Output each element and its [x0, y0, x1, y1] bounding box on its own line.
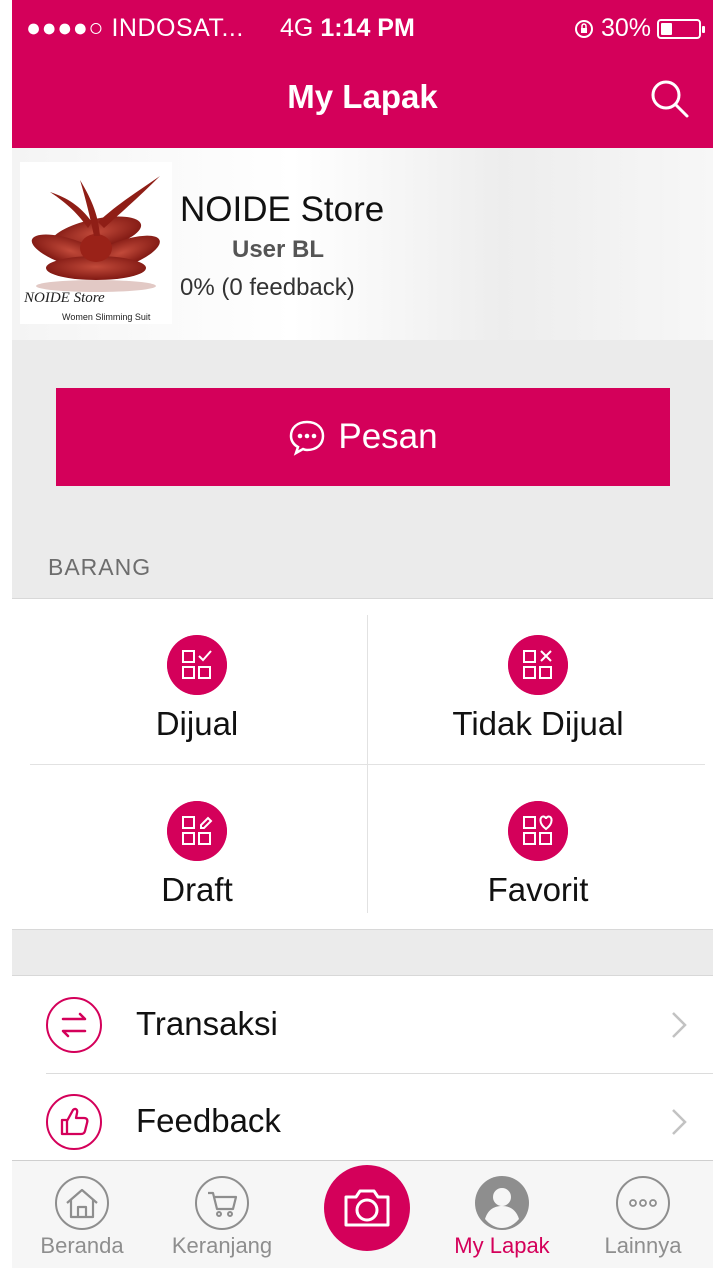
home-icon [55, 1176, 109, 1230]
barang-grid: Dijual Tidak Dijual Draft Favorit [12, 598, 713, 930]
logo-tagline: Women Slimming Suit [62, 312, 151, 322]
grid-check-icon [167, 635, 227, 695]
tab-lainnya[interactable]: Lainnya [573, 1161, 713, 1268]
grid-edit-icon [167, 801, 227, 861]
tab-beranda[interactable]: Beranda [12, 1161, 152, 1268]
flower-logo-icon: NOIDE Store Women Slimming Suit [23, 176, 160, 322]
user-icon [475, 1176, 529, 1230]
section-barang-label: BARANG [48, 554, 152, 580]
menu-item-label: Transaksi [136, 1005, 278, 1042]
menu-item-feedback[interactable]: Feedback [12, 1074, 713, 1170]
grid-item-label: Draft [161, 871, 233, 908]
grid-item-label: Favorit [487, 871, 589, 908]
grid-item-draft[interactable]: Draft [27, 775, 367, 925]
grid-item-dijual[interactable]: Dijual [27, 609, 367, 759]
camera-icon [344, 1189, 390, 1227]
battery-fill [661, 22, 672, 35]
logo-brand-text: NOIDE Store [23, 290, 105, 306]
feedback-summary: 0% (0 feedback) [180, 274, 355, 301]
tab-label: Beranda [40, 1233, 124, 1258]
tab-keranjang[interactable]: Keranjang [152, 1161, 292, 1268]
chat-bubble-icon [290, 420, 325, 456]
camera-button[interactable] [324, 1165, 410, 1251]
actions-area: Pesan BARANG [12, 340, 713, 598]
network-label: 4G [280, 14, 314, 42]
nav-header: My Lapak [12, 58, 713, 148]
grid-x-icon [508, 635, 568, 695]
pesan-button[interactable]: Pesan [56, 388, 670, 486]
grid-item-label: Tidak Dijual [452, 705, 624, 742]
swap-arrows-icon [46, 997, 102, 1053]
carrier-label: ●●●●○ INDOSAT... [26, 14, 244, 42]
cart-icon [195, 1176, 249, 1230]
tab-label: Keranjang [171, 1233, 273, 1258]
grid-item-favorit[interactable]: Favorit [368, 775, 708, 925]
rotation-lock-icon [574, 19, 593, 38]
grid-item-label: Dijual [155, 705, 239, 742]
thumbs-up-icon [46, 1094, 102, 1150]
chevron-right-icon [672, 1012, 687, 1038]
tab-label: My Lapak [454, 1233, 550, 1258]
chevron-right-icon [672, 1109, 687, 1135]
section-gap [12, 930, 713, 976]
menu-item-transaksi[interactable]: Transaksi [12, 977, 713, 1073]
tab-label: Lainnya [604, 1233, 682, 1258]
status-bar: ●●●●○ INDOSAT... 4G 1:14 PM 30% [12, 0, 713, 58]
store-logo[interactable]: NOIDE Store Women Slimming Suit [20, 162, 172, 324]
battery-percent: 30% [600, 14, 651, 42]
time-label: 1:14 PM [320, 14, 415, 42]
search-icon[interactable] [647, 76, 693, 122]
tab-my-lapak[interactable]: My Lapak [432, 1161, 572, 1268]
app-frame: ●●●●○ INDOSAT... 4G 1:14 PM 30% My Lapak [12, 0, 713, 1268]
grid-item-tidak-dijual[interactable]: Tidak Dijual [368, 609, 708, 759]
pesan-label: Pesan [338, 417, 438, 456]
grid-divider-horizontal [30, 764, 705, 765]
network-time: 4G 1:14 PM [280, 14, 415, 43]
more-dots-icon [616, 1176, 670, 1230]
page-title: My Lapak [287, 78, 438, 115]
menu-item-label: Feedback [136, 1102, 281, 1139]
store-name: NOIDE Store [180, 190, 385, 229]
status-right: 30% [573, 14, 705, 43]
grid-heart-icon [508, 801, 568, 861]
store-profile: NOIDE Store Women Slimming Suit NOIDE St… [12, 148, 713, 340]
battery-icon [657, 18, 705, 39]
user-type: User BL [232, 236, 325, 263]
